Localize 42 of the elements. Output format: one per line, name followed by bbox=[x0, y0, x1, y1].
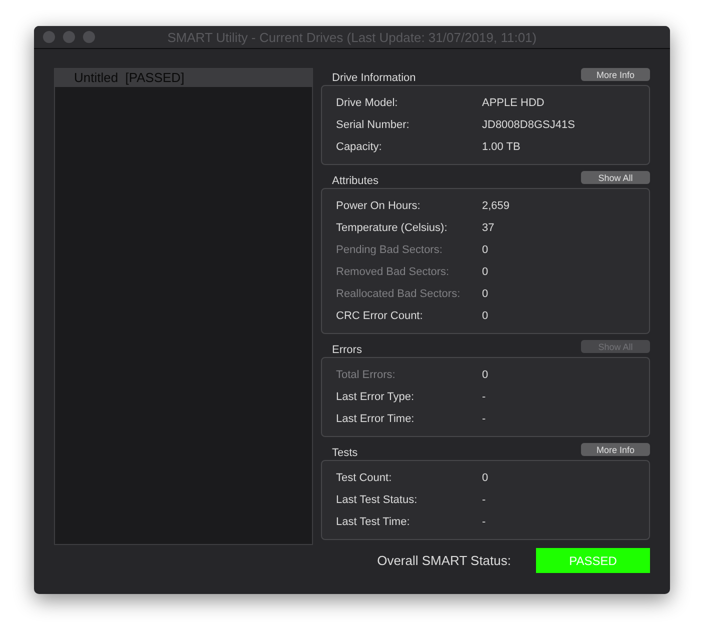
minimize-button[interactable] bbox=[63, 31, 75, 43]
field-value: 0 bbox=[482, 244, 488, 256]
section-title: Tests bbox=[332, 447, 358, 459]
field-label: Test Count: bbox=[336, 472, 393, 484]
section-title: Drive Information bbox=[332, 72, 416, 84]
section-button[interactable]: Show All bbox=[581, 171, 650, 184]
section-title: Attributes bbox=[332, 175, 378, 187]
field-label: Removed Bad Sectors: bbox=[336, 266, 450, 278]
close-button[interactable] bbox=[43, 31, 55, 43]
status-badge: PASSED bbox=[536, 548, 650, 573]
field-label: Last Test Time: bbox=[336, 516, 411, 528]
field-value: 0 bbox=[482, 369, 488, 381]
field-label: Power On Hours: bbox=[336, 200, 422, 212]
field-value: 0 bbox=[482, 288, 488, 300]
field-label: Capacity: bbox=[336, 141, 383, 153]
section-button[interactable]: More Info bbox=[581, 68, 650, 81]
field-label: Last Test Status: bbox=[336, 494, 418, 506]
field-value: 0 bbox=[482, 310, 488, 322]
field-value: 0 bbox=[482, 472, 488, 484]
field-label: Last Error Time: bbox=[336, 413, 416, 425]
status-label: Overall SMART Status: bbox=[377, 553, 511, 568]
field-label: Total Errors: bbox=[336, 369, 396, 381]
field-label: Reallocated Bad Sectors: bbox=[336, 288, 462, 300]
field-label: Temperature (Celsius): bbox=[336, 222, 448, 234]
field-value: - bbox=[482, 516, 486, 528]
field-label: CRC Error Count: bbox=[336, 310, 424, 322]
field-value: 1.00 TB bbox=[482, 141, 520, 153]
zoom-button[interactable] bbox=[83, 31, 95, 43]
field-value: 0 bbox=[482, 266, 488, 278]
field-value: 37 bbox=[482, 222, 494, 234]
field-label: Pending Bad Sectors: bbox=[336, 244, 444, 256]
field-value: - bbox=[482, 391, 486, 403]
field-value: - bbox=[482, 413, 486, 425]
field-value: - bbox=[482, 494, 486, 506]
field-label: Last Error Type: bbox=[336, 391, 416, 403]
section-title: Errors bbox=[332, 344, 362, 356]
field-value: JD8008D8GSJ41S bbox=[482, 119, 575, 131]
field-value: 2,659 bbox=[482, 200, 510, 212]
field-label: Drive Model: bbox=[336, 97, 399, 109]
field-value: APPLE HDD bbox=[482, 97, 544, 109]
section-button[interactable]: More Info bbox=[581, 443, 650, 456]
field-label: Serial Number: bbox=[336, 119, 410, 131]
